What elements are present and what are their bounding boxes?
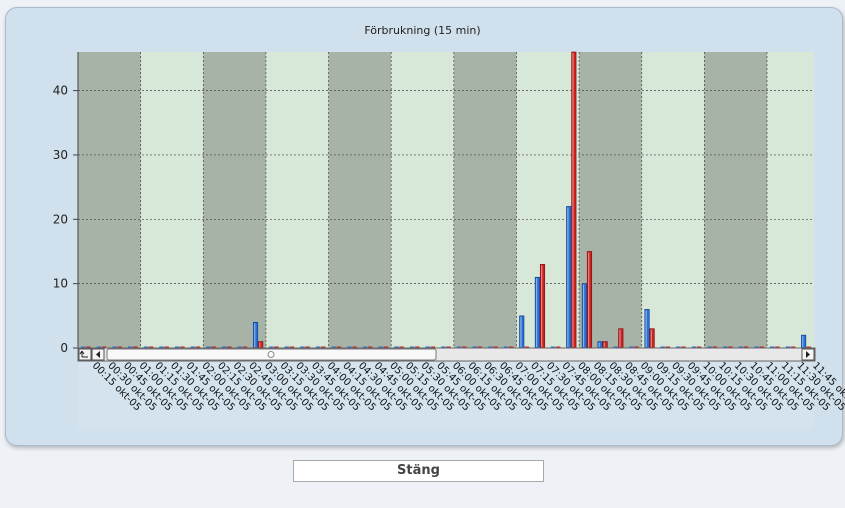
- y-axis: 0 10 20 30 40: [53, 52, 79, 355]
- bar: [519, 315, 525, 349]
- bar: [649, 328, 655, 349]
- bar: [571, 51, 577, 349]
- bar-highlight: [645, 310, 647, 347]
- consumption-chart: 0 10 20 30 40 00:15 okt-0500:30 okt-0500:45 …: [53, 51, 845, 428]
- bar-highlight: [582, 284, 585, 347]
- x-axis-labels: 00:15 okt-0500:30 okt-0500:45 okt-0501:0…: [78, 360, 845, 428]
- background-band: [704, 52, 768, 348]
- bar-highlight: [254, 323, 256, 347]
- bar-highlight: [572, 53, 574, 347]
- y-tick-label: 20: [53, 212, 68, 226]
- plot-background-bands: [78, 52, 814, 348]
- bar-highlight: [603, 342, 605, 347]
- bar: [602, 341, 608, 349]
- bar-highlight: [802, 336, 804, 347]
- close-button[interactable]: Stäng: [293, 460, 544, 482]
- bar-highlight: [598, 342, 600, 347]
- bar-highlight: [520, 316, 522, 347]
- bar-highlight: [650, 329, 652, 347]
- background-band: [391, 52, 454, 348]
- background-band: [265, 52, 329, 348]
- background-band: [203, 52, 266, 348]
- bar: [258, 341, 264, 349]
- bar: [586, 251, 593, 349]
- scroll-thumb-grip-icon: [267, 351, 275, 358]
- background-band: [328, 52, 392, 348]
- background-band: [453, 52, 517, 348]
- bar-highlight: [588, 252, 590, 347]
- background-band: [767, 52, 814, 348]
- bar-highlight: [259, 342, 261, 347]
- bar-highlight: [619, 329, 621, 347]
- background-band: [140, 52, 204, 348]
- bar-highlight: [541, 265, 543, 347]
- bar: [618, 328, 624, 349]
- y-tick-label: 40: [53, 84, 68, 98]
- y-tick-label: 10: [53, 277, 68, 291]
- bar: [534, 276, 540, 349]
- bar: [597, 341, 603, 349]
- y-tick-label: 0: [60, 341, 68, 355]
- horizontal-scrollbar[interactable]: [77, 347, 816, 362]
- background-band: [78, 52, 141, 348]
- bar: [581, 283, 587, 349]
- scroll-origin-button[interactable]: [78, 348, 92, 361]
- bar-highlight: [535, 278, 538, 347]
- bar: [539, 264, 546, 349]
- bar: [644, 309, 650, 349]
- background-band: [641, 52, 705, 348]
- bar-highlight: [567, 207, 569, 347]
- y-tick-label: 30: [53, 148, 68, 162]
- bar: [566, 206, 572, 349]
- bar: [801, 334, 807, 349]
- bar: [252, 321, 259, 349]
